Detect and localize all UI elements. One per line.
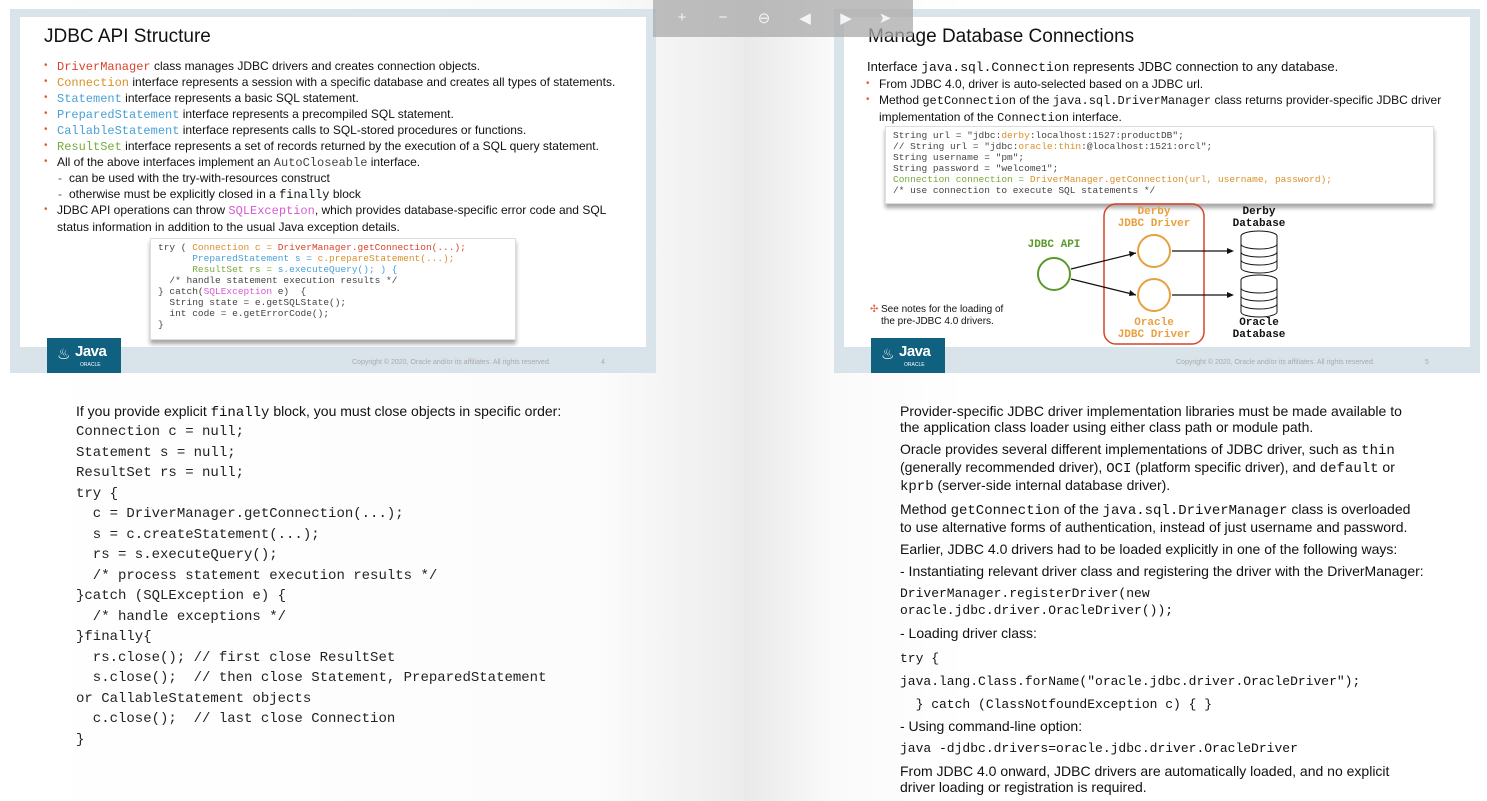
notes-code2: try {java.lang.Class.forName("oracle.jdb… [900,651,1361,712]
slide-5-footnote: ✣ See notes for the loading of the pre-JD… [870,304,1004,327]
previous-page-button[interactable]: ◀ [795,9,815,27]
slide-5-intro: Interface java.sql.Connection represents… [867,59,1339,75]
java-logo: ♨ Java ORACLE [47,338,121,373]
bullet-getconnection: • Method getConnection of the java.sql.Dr… [866,93,1442,125]
derby-driver-label: Derby JDBC Driver [1117,206,1191,230]
notes-p8: From JDBC 4.0 onward, JDBC drivers are a… [900,763,1390,795]
notes-p5: - Instantiating relevant driver class an… [900,563,1424,579]
slide-4: JDBC API Structure • DriverManager class … [10,9,656,373]
slide-5-copyright: Copyright © 2020, Oracle and/or its affi… [1176,359,1375,366]
derby-database-label: Derby Database [1232,206,1286,230]
oracle-database-icon [1240,274,1278,318]
jdbc-api-label: JDBC API [1027,239,1081,251]
slide-4-code-sample: try ( Connection c = DriverManager.getCo… [150,238,516,340]
viewer-toolbar: + − ⊖ ◀ ▶ ➤ [653,0,913,37]
next-page-button[interactable]: ▶ [836,9,856,27]
notes-p6: - Loading driver class: [900,625,1037,641]
bullet-sqlexception: • JDBC API operations can throw SQLExcept… [44,203,607,234]
slide-4-title: JDBC API Structure [44,26,211,47]
slide-5: Manage Database Connections Interface ja… [834,9,1480,373]
sub-bullet-finally: - otherwise must be explicitly closed in … [58,187,361,202]
notes-p3: Method getConnection of the java.sql.Dri… [900,501,1411,535]
slide-5-code-sample: String url = "jdbc:derby:localhost:1527:… [885,126,1434,204]
derby-driver-node [1137,234,1171,268]
jdbc-api-node [1037,257,1071,291]
zoom-in-button[interactable]: + [672,9,692,26]
java-cup-icon: ♨ [881,346,895,363]
footnote-mark-icon: ✣ [870,304,879,315]
select-cursor-icon[interactable]: ➤ [875,9,895,27]
notes-code3: java -djdbc.drivers=oracle.jdbc.driver.O… [900,741,1298,756]
bullet-connection: • Connection interface represents a sessi… [44,75,616,90]
bullet-statement: • Statement interface represents a basic … [44,91,359,106]
bullet-autocloseable: • All of the above interfaces implement a… [44,155,421,170]
notes-p2: Oracle provides several different implem… [900,441,1395,495]
zoom-reset-icon[interactable]: ⊖ [754,9,774,27]
right-notes: Provider-specific JDBC driver implementa… [900,403,1425,795]
sub-bullet-try-with-resources: - can be used with the try-with-resources… [58,171,330,185]
bullet-drivermanager: • DriverManager class manages JDBC driver… [44,59,481,74]
bullet-callablestatement: • CallableStatement interface represents … [44,123,527,138]
bullet-auto-select: • From JDBC 4.0, driver is auto-selected … [866,77,1204,91]
oracle-driver-label: Oracle JDBC Driver [1117,317,1191,341]
zoom-out-button[interactable]: − [713,9,733,26]
slide-5-page-number: 5 [1425,359,1429,366]
bullet-resultset: • ResultSet interface represents a set of… [44,139,599,154]
slide-4-page-number: 4 [601,359,605,366]
slide-4-copyright: Copyright © 2020, Oracle and/or its affi… [352,359,551,366]
notes-p1: Provider-specific JDBC driver implementa… [900,403,1402,435]
left-notes-intro: If you provide explicit finally block, y… [76,403,562,421]
derby-database-icon [1240,230,1278,274]
java-logo: ♨ Java ORACLE [871,338,945,373]
left-notes-code: Connection c = null; Statement s = null;… [76,424,547,748]
oracle-driver-node [1137,278,1171,312]
java-cup-icon: ♨ [57,346,71,363]
notes-code1: DriverManager.registerDriver(new oracle.… [900,586,1174,618]
oracle-database-label: Oracle Database [1232,317,1286,341]
notes-p7: - Using command-line option: [900,718,1083,734]
notes-p4: Earlier, JDBC 4.0 drivers had to be load… [900,541,1398,557]
bullet-preparedstatement: • PreparedStatement interface represents … [44,107,454,122]
